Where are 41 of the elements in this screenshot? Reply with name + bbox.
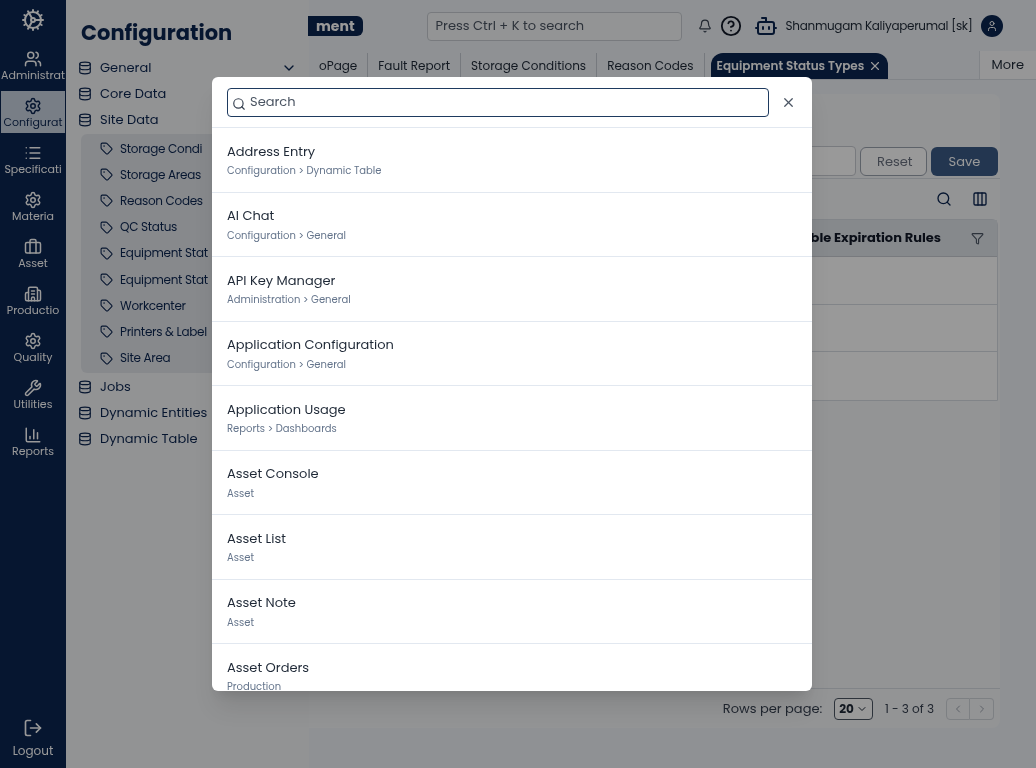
nav-item[interactable]: Productio bbox=[1, 279, 65, 321]
panel-title: Configuration bbox=[81, 17, 234, 49]
tree-item[interactable]: Workcenter bbox=[100, 292, 186, 319]
nav-item[interactable]: Reports bbox=[1, 420, 65, 462]
search-result[interactable]: Asset Note Asset bbox=[212, 579, 812, 644]
search-result[interactable]: Asset Orders Production bbox=[212, 644, 812, 691]
nav-item[interactable]: Asset bbox=[1, 232, 65, 274]
nav-item[interactable]: Utilities bbox=[1, 373, 65, 415]
reset-button[interactable]: Reset bbox=[860, 147, 927, 176]
global-search-field[interactable]: Press Ctrl + K to search bbox=[426, 11, 682, 41]
search-result[interactable]: Asset List Asset bbox=[212, 515, 812, 580]
user-name: Shanmugam Kaliyaperumal [sk] bbox=[785, 17, 973, 35]
nav-item[interactable]: Configurat bbox=[1, 91, 65, 133]
nav-item[interactable]: Materia bbox=[1, 185, 65, 227]
search-result[interactable]: Asset Console Asset bbox=[212, 450, 812, 515]
nav-item[interactable]: Administrat bbox=[1, 44, 65, 86]
tree-item[interactable]: Equipment Stat bbox=[100, 266, 208, 293]
logout-button[interactable]: Logout bbox=[12, 718, 54, 760]
nav-item[interactable]: Quality bbox=[1, 326, 65, 368]
search-result[interactable]: Application Configuration Configuration > General bbox=[212, 321, 812, 386]
tree-item[interactable]: Storage Areas bbox=[100, 161, 201, 188]
tree-item[interactable]: Storage Condi bbox=[100, 135, 203, 162]
tree-item[interactable]: QC Status bbox=[100, 214, 178, 241]
nav-item[interactable]: Specificati bbox=[1, 138, 65, 180]
search-result[interactable]: Address Entry Configuration > Dynamic Table bbox=[212, 128, 812, 193]
rows-per-page-label: Rows per page: bbox=[722, 698, 823, 719]
tree-item[interactable]: Equipment Stat bbox=[100, 240, 208, 267]
rows-per-page-select[interactable]: 20 bbox=[834, 697, 873, 720]
tree-item[interactable]: Printers & Label bbox=[100, 318, 207, 345]
search-result[interactable]: AI Chat Configuration > General bbox=[212, 192, 812, 257]
more-button[interactable]: More bbox=[978, 51, 1036, 79]
tree-item[interactable]: Reason Codes bbox=[100, 187, 203, 215]
tab[interactable]: Equipment Status Types bbox=[710, 53, 889, 79]
app-badge: ment bbox=[308, 16, 363, 36]
page-range: 1 - 3 of 3 bbox=[884, 699, 934, 718]
search-result[interactable]: Application Usage Reports > Dashboards bbox=[212, 386, 812, 451]
save-button[interactable]: Save bbox=[931, 147, 998, 176]
search-result[interactable]: API Key Manager Administration > General bbox=[212, 257, 812, 322]
dialog-search-field[interactable]: Search bbox=[227, 87, 769, 117]
tree-item[interactable]: Site Area bbox=[100, 345, 171, 372]
tree-item[interactable]: General bbox=[78, 54, 301, 81]
